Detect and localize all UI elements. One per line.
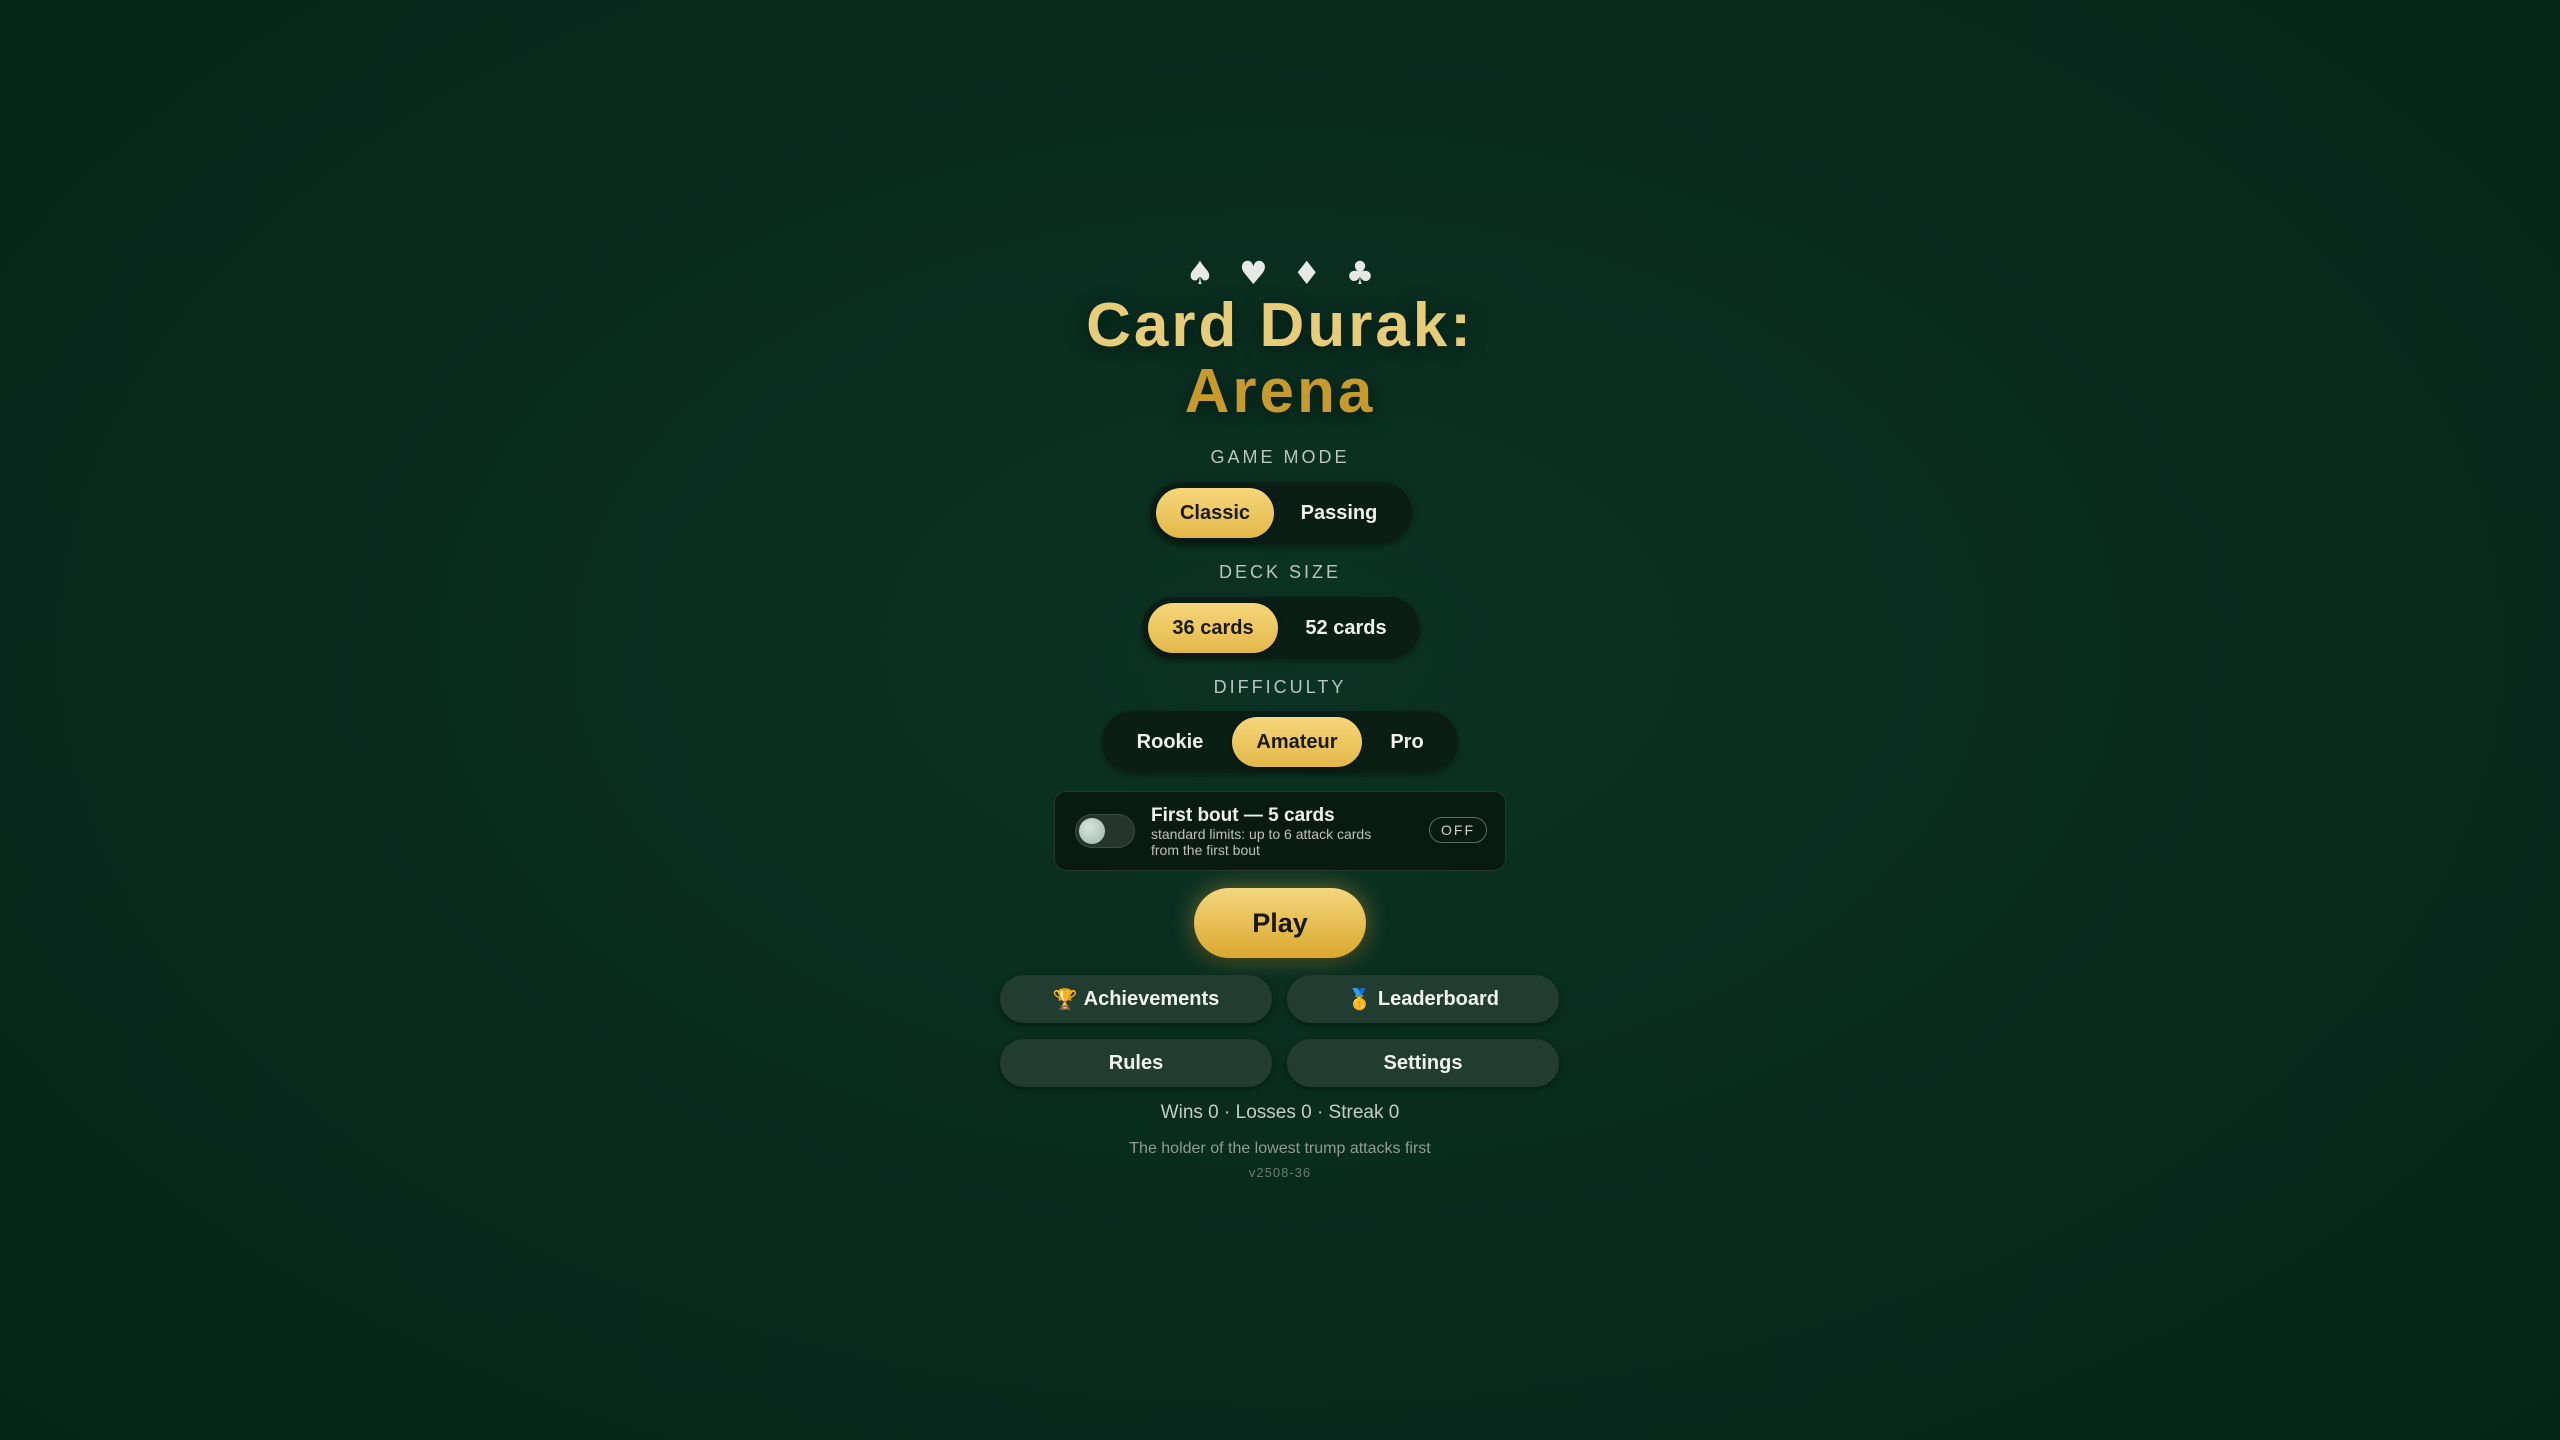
difficulty-pro-button[interactable]: Pro: [1362, 717, 1452, 767]
toggle-state-badge: OFF: [1429, 817, 1487, 843]
heart-icon: ♥: [1238, 254, 1268, 292]
difficulty-rookie-button[interactable]: Rookie: [1108, 717, 1232, 767]
play-button[interactable]: Play: [1194, 888, 1366, 958]
deck-size-label: DECK SIZE: [1218, 562, 1342, 582]
medal-icon: 🥇: [1346, 987, 1372, 1011]
first-bout-option: First bout — 5 cards standard limits: up…: [1054, 791, 1506, 871]
achievements-label: Achievements: [1083, 988, 1220, 1010]
suit-row: ♠ ♥ ♦ ♣: [1180, 254, 1380, 292]
club-icon: ♣: [1345, 254, 1375, 292]
first-bout-title: First bout — 5 cards: [1151, 805, 1335, 826]
game-mode-selector: Classic Passing: [1150, 482, 1412, 544]
player-stats: Wins 0 · Losses 0 · Streak 0: [1160, 1102, 1400, 1123]
difficulty-selector: Rookie Amateur Pro: [1102, 711, 1458, 773]
trophy-icon: 🏆: [1052, 987, 1078, 1011]
leaderboard-button[interactable]: 🥇 Leaderboard: [1287, 975, 1559, 1023]
spade-icon: ♠: [1185, 254, 1215, 292]
deck-52-button[interactable]: 52 cards: [1278, 603, 1414, 653]
leaderboard-label: Leaderboard: [1377, 988, 1500, 1010]
deck-36-button[interactable]: 36 cards: [1148, 603, 1278, 653]
game-mode-classic-button[interactable]: Classic: [1156, 488, 1274, 538]
diamond-icon: ♦: [1292, 254, 1321, 292]
difficulty-amateur-button[interactable]: Amateur: [1232, 717, 1362, 767]
game-mode-label: GAME MODE: [1210, 447, 1350, 467]
game-title-line1: Card Durak:: [1086, 291, 1474, 360]
rule-tip: The holder of the lowest trump attacks f…: [1129, 1140, 1431, 1157]
game-title-line2: Arena: [1184, 357, 1376, 426]
game-mode-passing-button[interactable]: Passing: [1274, 488, 1404, 538]
rules-button[interactable]: Rules: [1000, 1039, 1272, 1087]
toggle-knob: [1079, 818, 1105, 844]
difficulty-label: DIFFICULTY: [1213, 677, 1347, 697]
first-bout-toggle[interactable]: [1075, 814, 1135, 848]
first-bout-description: standard limits: up to 6 attack cards fr…: [1151, 826, 1372, 858]
deck-size-selector: 36 cards 52 cards: [1142, 597, 1420, 659]
main-menu: ♠ ♥ ♦ ♣ Card Durak: Arena GAME MODE Clas…: [0, 0, 2560, 1440]
achievements-button[interactable]: 🏆 Achievements: [1000, 975, 1272, 1023]
settings-button[interactable]: Settings: [1287, 1039, 1559, 1087]
version-label: v2508-36: [1248, 1165, 1312, 1180]
